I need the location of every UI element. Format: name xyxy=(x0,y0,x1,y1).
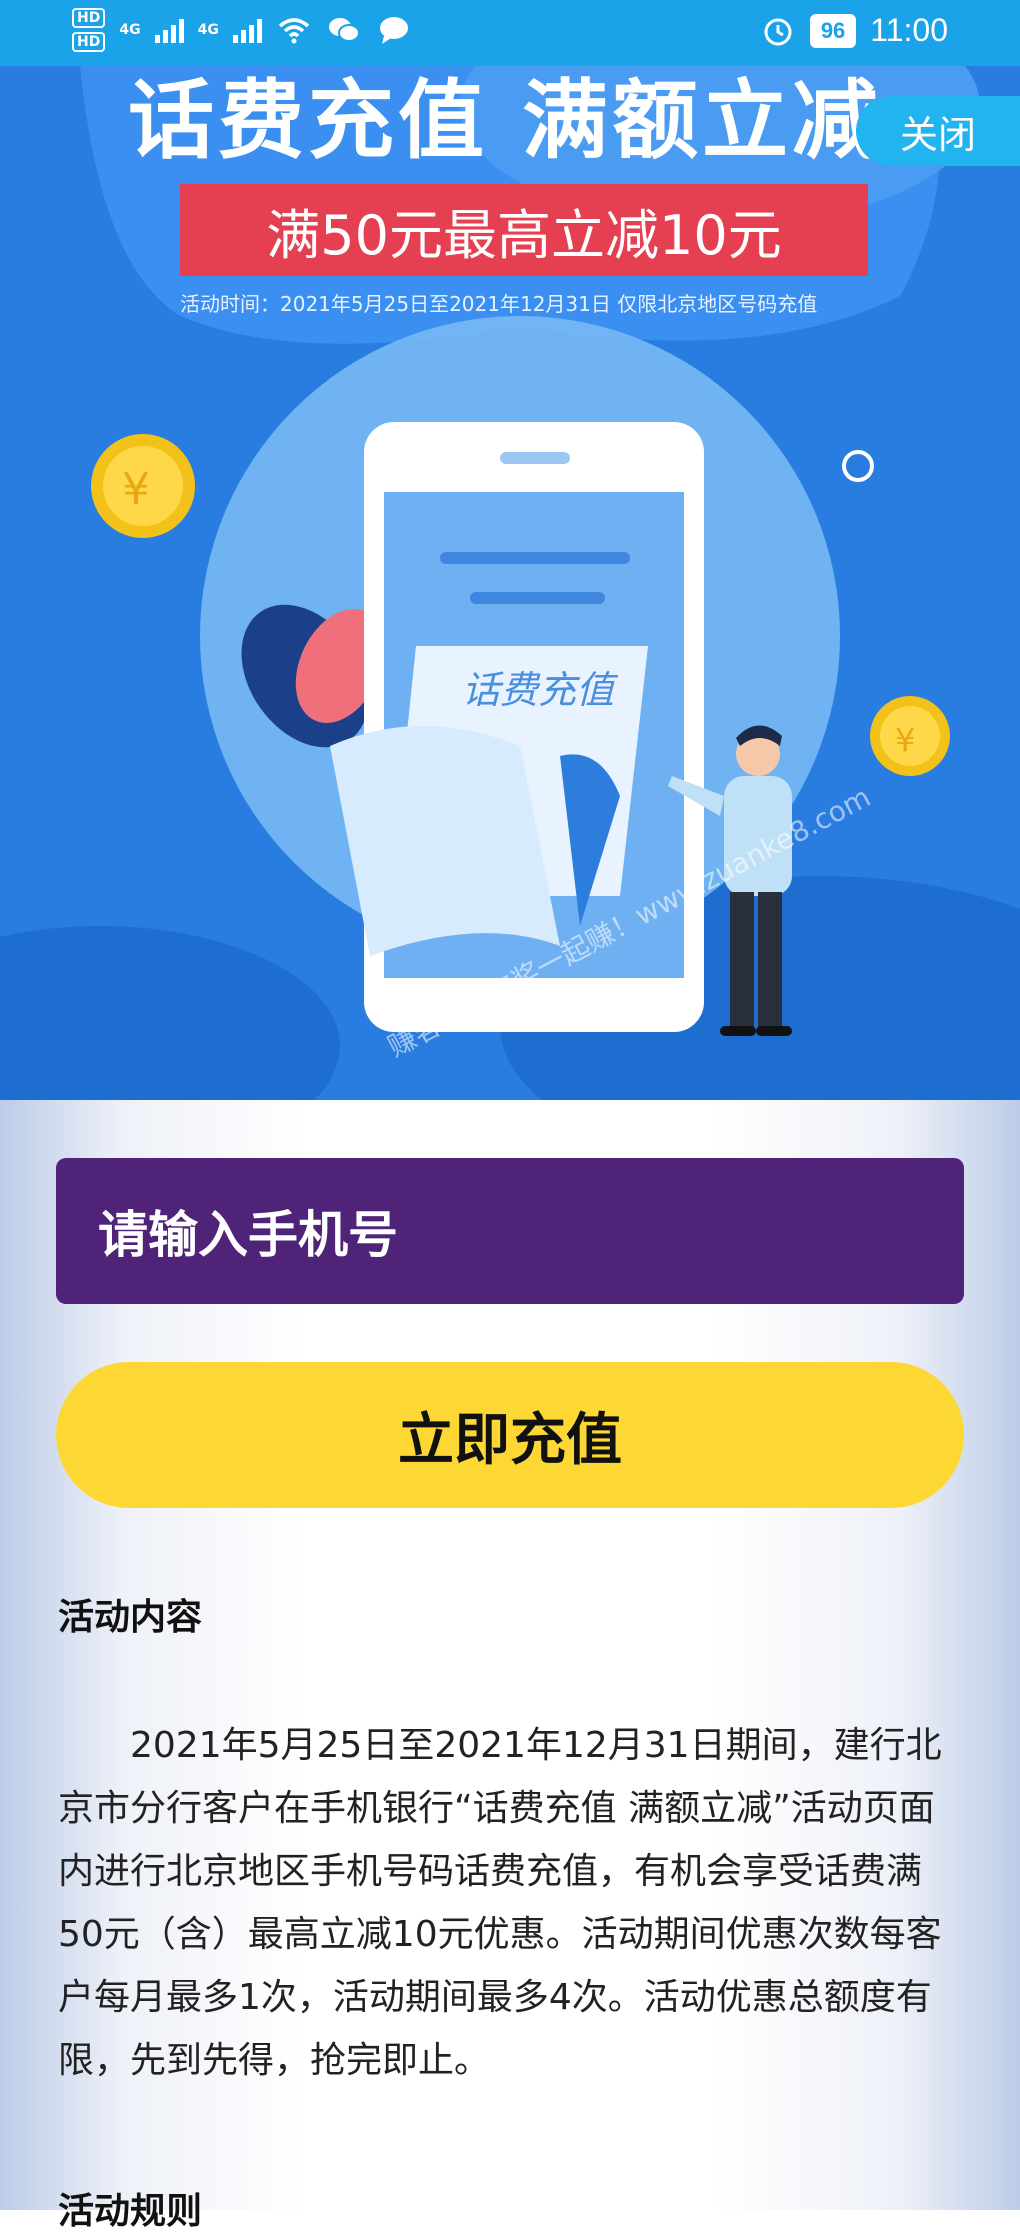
message-icon xyxy=(379,17,408,44)
promo-headline: 满50元最高立减10元 xyxy=(180,184,868,276)
activity-content-text: 2021年5月25日至2021年12月31日期间，建行北京市分行客户在手机银行“… xyxy=(58,1725,942,2081)
svg-text:¥: ¥ xyxy=(895,721,915,759)
signal-icon xyxy=(154,17,184,43)
wechat-icon xyxy=(328,18,360,42)
main-content: 请输入手机号 立即充值 活动内容 2021年5月25日至2021年12月31日期… xyxy=(0,1100,1020,2232)
phone-number-input[interactable]: 请输入手机号 xyxy=(56,1158,964,1304)
status-left: HD HD 4G 4G xyxy=(72,8,412,52)
activity-period: 活动时间：2021年5月25日至2021年12月31日 仅限北京地区号码充值 xyxy=(180,292,818,316)
hd-indicator-1: HD xyxy=(72,8,106,28)
signal-icon-2 xyxy=(232,17,262,43)
promo-banner: ¥ ¥ 话费充值 满额立减 满50元最高立减10元 活动时间：2021年5月25… xyxy=(0,66,1020,1100)
network-type-2: 4G xyxy=(197,22,219,38)
battery-indicator: 96 xyxy=(809,13,857,48)
clock: 11:00 xyxy=(870,12,948,48)
activity-content-title: 活动内容 xyxy=(58,1597,203,1638)
close-button[interactable]: 关闭 xyxy=(856,96,1020,166)
hd-indicator-2: HD xyxy=(72,32,106,52)
status-right: 96 11:00 xyxy=(760,12,948,49)
phone-screen-label: 话费充值 xyxy=(462,668,615,712)
alarm-icon xyxy=(764,18,792,45)
status-bar: HD HD 4G 4G 96 11:00 xyxy=(0,0,1020,66)
wifi-icon xyxy=(278,18,309,44)
network-type-1: 4G xyxy=(119,22,141,38)
svg-text:¥: ¥ xyxy=(122,464,150,515)
hd-indicators: HD HD xyxy=(72,8,106,52)
banner-title: 话费充值 满额立减 xyxy=(128,71,882,171)
activity-rules-title: 活动规则 xyxy=(58,2191,203,2232)
recharge-button[interactable]: 立即充值 xyxy=(56,1362,964,1508)
